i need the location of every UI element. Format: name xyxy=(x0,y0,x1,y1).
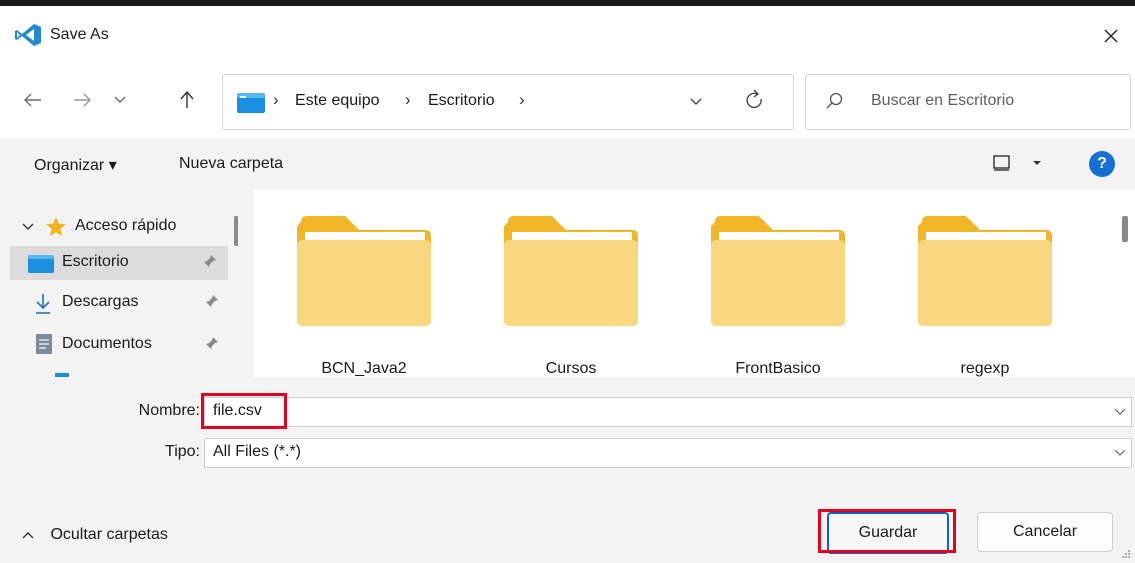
hide-folders-label: Ocultar carpetas xyxy=(50,526,168,543)
search-icon xyxy=(826,92,843,109)
pane-divider[interactable] xyxy=(238,190,254,377)
folder-item[interactable]: regexp xyxy=(875,216,1065,377)
breadcrumb-separator: › xyxy=(519,90,525,109)
nav-item-label: Documentos xyxy=(62,335,152,352)
hide-folders-toggle[interactable]: Ocultar carpetas xyxy=(22,526,168,544)
help-button[interactable]: ? xyxy=(1089,151,1115,177)
breadcrumb-este-equipo[interactable]: Este equipo xyxy=(295,92,380,110)
folder-name: BCN_Java2 xyxy=(321,360,407,377)
navigation-pane: Acceso rápido Escritorio Descargas Docum… xyxy=(0,190,238,377)
star-icon xyxy=(46,217,66,236)
arrow-left-icon xyxy=(24,93,41,107)
title-bar: Save As xyxy=(0,6,1135,64)
breadcrumb-escritorio[interactable]: Escritorio xyxy=(428,92,495,110)
document-icon xyxy=(36,334,52,354)
folder-name: regexp xyxy=(960,360,1010,377)
filetype-label: Tipo: xyxy=(165,443,200,460)
breadcrumb-separator: › xyxy=(273,90,279,109)
organize-menu-button[interactable]: Organizar ▾ xyxy=(34,155,117,175)
recent-locations-button[interactable] xyxy=(103,83,137,117)
pin-icon[interactable] xyxy=(203,254,217,268)
save-form: Nombre: file.csv Tipo: All Files (*.*) O… xyxy=(0,377,1135,563)
nav-item-escritorio[interactable]: Escritorio xyxy=(10,246,228,280)
navigation-row: › Este equipo › Escritorio › Buscar en E… xyxy=(0,64,1135,138)
window-title: Save As xyxy=(50,26,109,43)
nav-item-label: Descargas xyxy=(62,293,139,310)
search-placeholder: Buscar en Escritorio xyxy=(871,92,1015,109)
chevron-down-icon[interactable] xyxy=(689,93,703,109)
close-icon xyxy=(1104,29,1118,43)
file-list: BCN_Java2 Cursos FrontBasico regexp xyxy=(254,190,1120,377)
search-box[interactable]: Buscar en Escritorio xyxy=(805,74,1131,130)
pin-icon[interactable] xyxy=(205,336,219,350)
desktop-icon xyxy=(28,255,54,273)
highlight-filename xyxy=(201,393,287,429)
nav-item-label: Acceso rápido xyxy=(75,217,177,234)
folder-icon xyxy=(711,216,845,326)
folder-icon xyxy=(918,216,1052,326)
folder-icon xyxy=(297,216,431,326)
nav-item-descargas[interactable]: Descargas xyxy=(12,286,226,320)
folder-icon xyxy=(504,216,638,326)
up-button[interactable] xyxy=(170,83,204,117)
folder-item[interactable]: Cursos xyxy=(461,216,651,377)
chevron-up-icon xyxy=(22,532,34,539)
chevron-down-icon[interactable] xyxy=(1113,404,1127,418)
close-button[interactable] xyxy=(1094,20,1128,52)
back-button[interactable] xyxy=(16,83,50,117)
folder-name: FrontBasico xyxy=(735,360,821,377)
nav-item-label: Escritorio xyxy=(62,253,129,270)
nav-item-documentos[interactable]: Documentos xyxy=(12,328,226,362)
nav-item-quick-access[interactable]: Acceso rápido xyxy=(12,210,226,244)
breadcrumb-separator: › xyxy=(405,90,411,109)
vscode-icon xyxy=(15,24,41,46)
address-bar[interactable]: › Este equipo › Escritorio › xyxy=(222,74,794,130)
arrow-right-icon xyxy=(74,93,91,107)
arrow-up-icon xyxy=(180,91,194,108)
filename-label: Nombre: xyxy=(138,402,200,419)
command-toolbar: Organizar ▾ Nueva carpeta ? xyxy=(0,138,1135,190)
view-icon[interactable] xyxy=(993,155,1011,171)
chevron-down-icon[interactable] xyxy=(1032,159,1042,167)
highlight-save xyxy=(818,509,956,553)
folder-item[interactable]: FrontBasico xyxy=(668,216,858,377)
resize-grip-icon[interactable] xyxy=(1121,549,1131,559)
cancel-button[interactable]: Cancelar xyxy=(977,512,1113,552)
chevron-down-icon[interactable] xyxy=(1113,445,1127,459)
chevron-down-icon xyxy=(114,96,126,103)
filetype-select[interactable]: All Files (*.*) xyxy=(204,438,1132,468)
folder-item[interactable]: BCN_Java2 xyxy=(254,216,444,377)
refresh-icon[interactable] xyxy=(745,89,765,113)
download-icon xyxy=(36,294,50,314)
filetype-value: All Files (*.*) xyxy=(213,443,302,460)
filename-input[interactable]: file.csv xyxy=(204,397,1132,427)
new-folder-button[interactable]: Nueva carpeta xyxy=(179,155,283,173)
chevron-down-icon xyxy=(22,223,34,230)
forward-button[interactable] xyxy=(65,83,99,117)
file-list-scrollbar[interactable] xyxy=(1122,216,1128,242)
pin-icon[interactable] xyxy=(205,294,219,308)
desktop-folder-icon xyxy=(237,93,265,113)
folder-name: Cursos xyxy=(545,360,597,377)
